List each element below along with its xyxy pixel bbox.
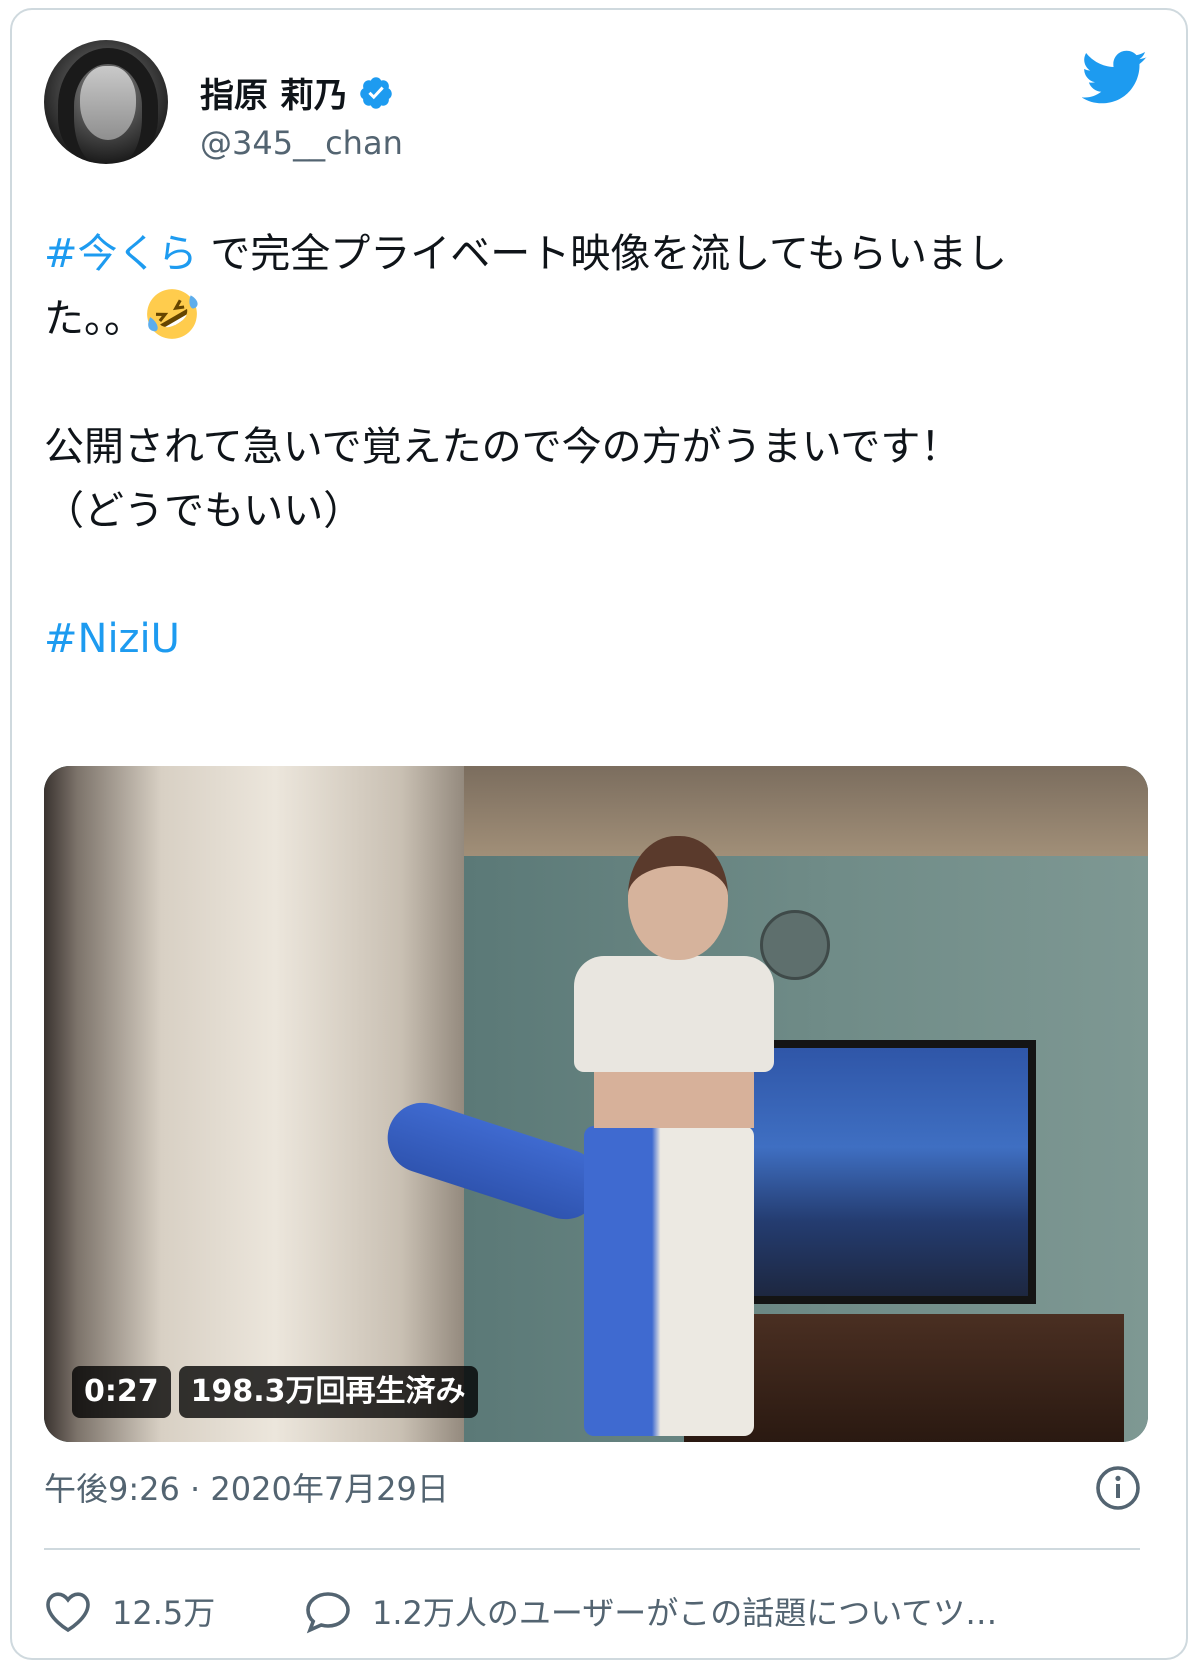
conversation-button[interactable]: 1.2万人のユーザーがこの話題についてツ…: [304, 1588, 997, 1634]
avatar[interactable]: [44, 40, 168, 164]
tweet-timestamp[interactable]: 午後9:26 · 2020年7月29日: [44, 1464, 449, 1510]
video-badges: 0:27 198.3万回再生済み: [72, 1366, 478, 1418]
display-name[interactable]: 指原 莉乃: [200, 68, 348, 117]
heart-icon: [46, 1592, 90, 1633]
info-icon[interactable]: [1094, 1464, 1142, 1512]
hashtag-link[interactable]: #今くら: [44, 231, 198, 277]
tweet-card: 指原 莉乃 @345__chan #今くら で完全プライベート映像を流してもらい…: [10, 8, 1188, 1660]
divider: [44, 1548, 1140, 1550]
hashtag-link[interactable]: #NiziU: [44, 616, 180, 662]
video-duration: 0:27: [72, 1366, 171, 1418]
rolling-on-floor-laughing-emoji-icon: [147, 289, 198, 339]
like-button[interactable]: 12.5万: [44, 1588, 215, 1634]
tweet-line: 公開されて急いで覚えたので今の方がうまいです！: [44, 424, 961, 470]
author-handle[interactable]: @345__chan: [200, 124, 403, 162]
speech-bubble-icon: [306, 1592, 350, 1634]
twitter-bird-icon[interactable]: [1082, 50, 1148, 106]
tweet-line: た。。: [44, 296, 144, 342]
tweet-line: で完全プライベート映像を流してもらいまし: [197, 231, 1008, 277]
like-count: 12.5万: [112, 1594, 216, 1632]
tweet-line: （どうでもいい）: [44, 488, 364, 534]
verified-badge-icon: [360, 76, 392, 109]
video-view-count: 198.3万回再生済み: [178, 1366, 478, 1418]
author-name-row[interactable]: 指原 莉乃: [200, 68, 394, 117]
video-subject: [378, 836, 804, 1436]
video-player[interactable]: 0:27 198.3万回再生済み: [44, 766, 1148, 1442]
conversation-text: 1.2万人のユーザーがこの話題についてツ…: [372, 1594, 998, 1632]
tweet-text: #今くら で完全プライベート映像を流してもらいまし た。。 公開されて急いで覚え…: [44, 222, 1104, 671]
